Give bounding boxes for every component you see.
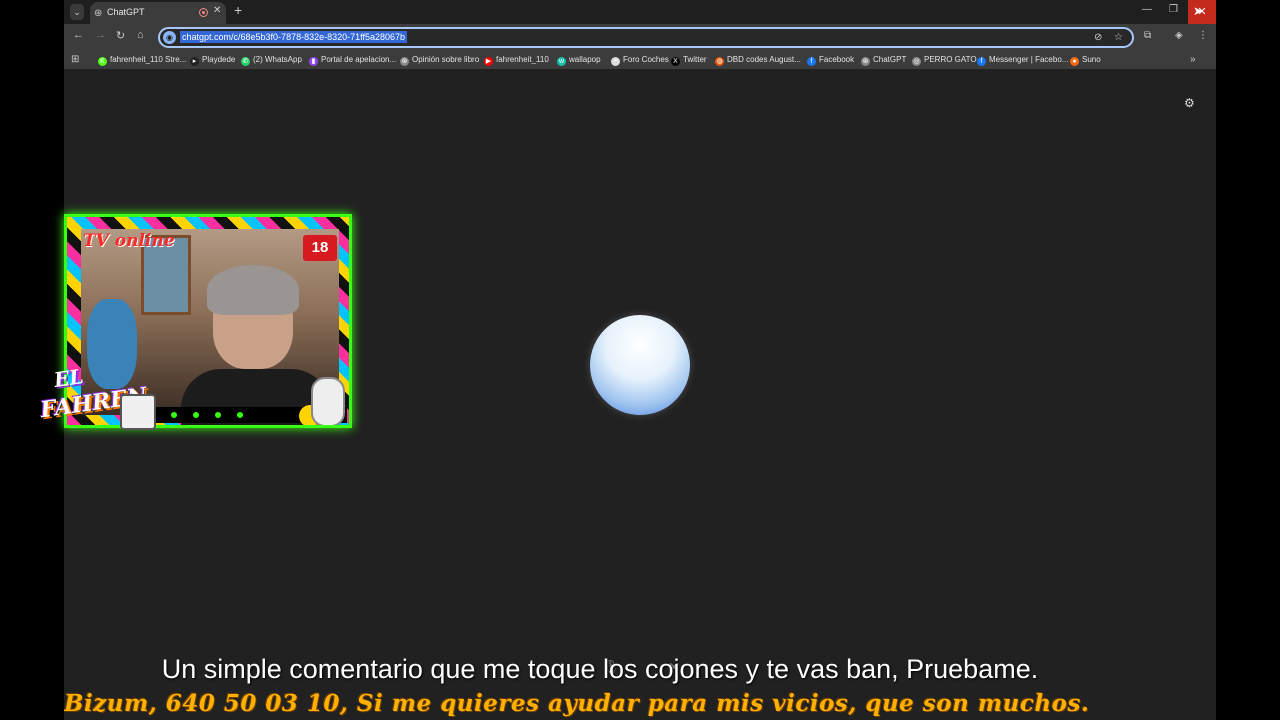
bookmark-item[interactable]: ⊛ ChatGPT — [861, 55, 906, 66]
address-bar[interactable]: ◉ chatgpt.com/c/68e5b3f0-7878-832e-8320-… — [158, 27, 1134, 48]
x-icon: X — [671, 57, 680, 66]
chatgpt-icon: ⊛ — [861, 57, 870, 66]
tab-strip: ⌄ ⊛ ChatGPT ✕ + — ❐ ✕ — [64, 0, 1216, 24]
bookmark-item[interactable]: X Twitter — [671, 55, 707, 66]
bookmark-label: Messenger | Facebo... — [989, 55, 1069, 64]
menu-icon[interactable]: ⋮ — [1198, 30, 1208, 41]
bookmark-label: fahrenheit_110 — [496, 55, 549, 64]
playdede-icon: ▸ — [190, 57, 199, 66]
astronaut-icon — [311, 377, 345, 425]
minimize-icon[interactable]: — — [1142, 4, 1152, 15]
bookmark-item[interactable]: ◎ PERRO GATO — [912, 55, 977, 66]
pac-dot — [193, 412, 199, 418]
site-info-icon[interactable]: ◉ — [163, 31, 176, 44]
tab-title: ChatGPT — [107, 7, 145, 17]
kick-icon: K — [98, 57, 107, 66]
restore-icon[interactable]: ❐ — [1169, 4, 1178, 15]
donation-ticker: Bizum, 640 50 03 10, Si me quieres ayuda… — [64, 690, 1090, 717]
back-icon[interactable]: ← — [73, 29, 84, 41]
tab-close-icon[interactable]: ✕ — [213, 5, 221, 16]
browser-toolbar: ← → ↻ ⌂ ◉ chatgpt.com/c/68e5b3f0-7878-83… — [64, 24, 1216, 51]
bookmark-label: Foro Coches — [623, 55, 669, 64]
bookmark-label: DBD codes August... — [727, 55, 801, 64]
pac-dot — [237, 412, 243, 418]
bookmark-item[interactable]: ◍ DBD codes August... — [715, 55, 801, 66]
wallapop-icon: w — [557, 57, 566, 66]
apps-grid-icon[interactable]: ⊞ — [71, 54, 79, 65]
bookmark-item[interactable]: ⊛ Opinión sobre libro — [400, 55, 479, 66]
twitch-icon: ▮ — [309, 57, 318, 66]
bookmark-label: PERRO GATO — [924, 55, 977, 64]
streamer-hair — [207, 265, 299, 315]
tab-chatgpt[interactable]: ⊛ ChatGPT ✕ — [90, 2, 226, 24]
bookmark-item[interactable]: ● Suno — [1070, 55, 1101, 66]
logo-text-top: EL — [52, 364, 85, 392]
el-fahren-logo: EL FAHREN — [36, 360, 156, 440]
globe-icon: ◎ — [912, 57, 921, 66]
suno-icon: ● — [1070, 57, 1079, 66]
eye-off-icon[interactable]: ⊘ — [1094, 32, 1102, 43]
bookmark-item[interactable]: ✆ (2) WhatsApp — [241, 55, 302, 66]
bookmarks-bar: ⊞ Kfahrenheit_110 Stre... ▸ Playdede ✆ (2) W… — [64, 51, 1216, 69]
bookmark-label: (2) WhatsApp — [253, 55, 302, 64]
age-badge: 18 — [303, 235, 337, 261]
star-icon[interactable]: ☆ — [1114, 32, 1123, 43]
bookmark-label: Playdede — [202, 55, 236, 64]
recording-icon — [199, 8, 208, 17]
url-text[interactable]: chatgpt.com/c/68e5b3f0-7878-832e-8320-71… — [180, 31, 408, 43]
stream-subtitle: Un simple comentario que me toque los co… — [161, 654, 1039, 684]
bookmark-label: Suno — [1082, 55, 1101, 64]
pac-dot — [171, 412, 177, 418]
chatgpt-icon: ⊛ — [94, 8, 103, 19]
bookmark-item[interactable]: Kfahrenheit_110 Stre... — [98, 55, 186, 66]
tv-online-label: TV online — [83, 231, 175, 251]
bookmark-label: fahrenheit_110 Stre... — [110, 55, 187, 64]
dbd-icon: ◍ — [715, 57, 724, 66]
whatsapp-icon: ✆ — [241, 57, 250, 66]
bookmark-item[interactable]: ▸ Playdede — [190, 55, 235, 66]
bookmark-item[interactable]: f Messenger | Facebo... — [977, 55, 1068, 66]
bookmark-label: Facebook — [819, 55, 855, 64]
joystick-icon — [120, 394, 156, 430]
chatgpt-icon: ⊛ — [400, 57, 409, 66]
reload-icon[interactable]: ↻ — [116, 29, 125, 42]
tab-search-button[interactable]: ⌄ — [70, 4, 84, 20]
bookmark-item[interactable]: w wallapop — [557, 55, 601, 66]
voice-orb — [590, 315, 690, 415]
pac-dot — [215, 412, 221, 418]
mouse-cursor-icon: ➤ — [1193, 4, 1204, 18]
profile-icon[interactable]: ◈ — [1175, 30, 1183, 41]
new-tab-button[interactable]: + — [234, 2, 242, 18]
bookmark-item[interactable]: ▶ fahrenheit_110 — [484, 55, 549, 66]
extensions-icon[interactable]: ⧉ — [1144, 30, 1151, 41]
bookmark-label: Portal de apelacion... — [321, 55, 397, 64]
bookmark-label: Opinión sobre libro — [412, 55, 480, 64]
bookmark-item[interactable]: f Facebook — [807, 55, 854, 66]
bookmark-label: Twitter — [683, 55, 707, 64]
bookmark-label: ChatGPT — [873, 55, 907, 64]
bookmark-item[interactable]: ▮ Portal de apelacion... — [309, 55, 396, 66]
bookmark-label: wallapop — [569, 55, 601, 64]
bookmarks-more-icon[interactable]: » — [1190, 54, 1196, 65]
home-icon[interactable]: ⌂ — [137, 29, 144, 41]
forocoches-icon: ◓ — [611, 57, 620, 66]
facebook-icon: f — [807, 57, 816, 66]
bookmark-item[interactable]: ◓ Foro Coches — [611, 55, 669, 66]
facebook-icon: f — [977, 57, 986, 66]
sliders-icon[interactable]: ⚙ — [1184, 96, 1195, 110]
youtube-icon: ▶ — [484, 57, 493, 66]
forward-icon[interactable]: → — [95, 29, 106, 41]
